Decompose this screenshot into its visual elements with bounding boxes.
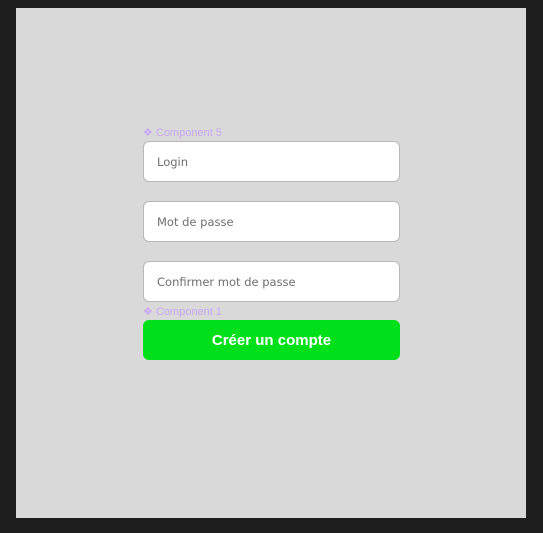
create-account-button[interactable]: Créer un compte bbox=[143, 320, 400, 360]
confirm-password-input[interactable] bbox=[155, 273, 399, 290]
component-label-form: ❖ Component 5 bbox=[143, 127, 222, 139]
confirm-password-field[interactable] bbox=[143, 261, 400, 302]
password-input[interactable] bbox=[155, 213, 399, 230]
component-label-text: Component 1 bbox=[155, 306, 222, 318]
login-input[interactable] bbox=[155, 153, 399, 170]
component-label-text: Component 5 bbox=[155, 127, 222, 139]
login-field[interactable] bbox=[143, 141, 400, 182]
component-icon: ❖ bbox=[143, 127, 153, 139]
password-field[interactable] bbox=[143, 201, 400, 242]
component-icon: ❖ bbox=[143, 306, 153, 318]
component-label-button: ❖ Component 1 bbox=[143, 306, 222, 318]
